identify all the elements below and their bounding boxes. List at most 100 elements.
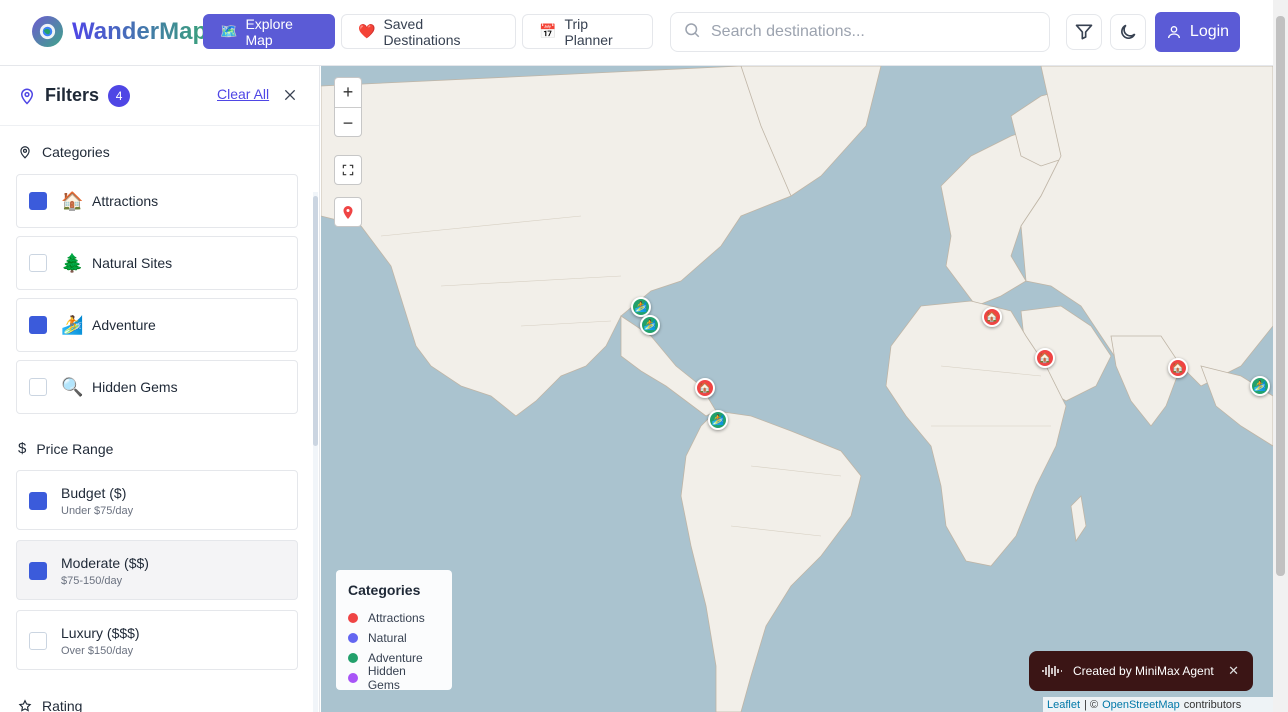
fullscreen-button[interactable] bbox=[334, 155, 362, 185]
price-label: Luxury ($$$) bbox=[61, 625, 140, 641]
app-title: WanderMap bbox=[72, 17, 208, 45]
adventure-marker[interactable]: 🏄 bbox=[640, 315, 660, 335]
search-icon bbox=[683, 21, 701, 44]
price-label: Budget ($) bbox=[61, 485, 127, 501]
filters-sidebar: Filters 4 Clear All Categories 🏠 Attract… bbox=[0, 66, 320, 712]
legend-dot-adventure bbox=[348, 653, 358, 663]
category-card-adventure[interactable]: 🏄 Adventure bbox=[16, 298, 298, 352]
filters-count-badge: 4 bbox=[108, 84, 131, 107]
legend-item: Hidden Gems bbox=[348, 664, 440, 692]
map-attribution: Leaflet | © OpenStreetMap contributors bbox=[1043, 697, 1273, 712]
leaflet-link[interactable]: Leaflet bbox=[1047, 699, 1080, 711]
filter-icon bbox=[1075, 24, 1093, 40]
map-pin-icon bbox=[20, 88, 34, 105]
price-card-budget[interactable]: Budget ($) Under $75/day bbox=[16, 470, 298, 530]
login-button[interactable]: Login bbox=[1155, 12, 1240, 52]
category-label: Natural Sites bbox=[92, 255, 173, 271]
calendar-icon: 📅 bbox=[539, 23, 557, 39]
filters-title: Filters bbox=[45, 85, 100, 105]
category-label: Hidden Gems bbox=[92, 379, 178, 395]
categories-section-title: Categories bbox=[18, 144, 110, 160]
magnifier-icon: 🔍 bbox=[61, 376, 84, 397]
map-icon: 🗺️ bbox=[220, 23, 238, 39]
category-label: Attractions bbox=[92, 193, 159, 209]
saved-destinations-button[interactable]: ❤️ Saved Destinations bbox=[341, 14, 516, 49]
search-input[interactable] bbox=[711, 23, 1031, 41]
trip-planner-label: Trip Planner bbox=[564, 15, 613, 48]
price-card-moderate[interactable]: Moderate ($$) $75-150/day bbox=[16, 540, 298, 600]
toast-text: Created by MiniMax Agent bbox=[1073, 664, 1214, 678]
search-box bbox=[670, 12, 1050, 52]
waveform-icon bbox=[1042, 665, 1062, 677]
theme-toggle-button[interactable] bbox=[1110, 14, 1146, 50]
minimax-toast: Created by MiniMax Agent ✕ bbox=[1029, 651, 1253, 691]
categories-title-text: Categories bbox=[42, 144, 110, 160]
attribution-separator: | © bbox=[1084, 698, 1099, 711]
luxury-checkbox[interactable] bbox=[29, 632, 47, 650]
price-sublabel: Under $75/day bbox=[61, 505, 134, 517]
moderate-checkbox[interactable] bbox=[29, 562, 47, 580]
clear-all-link[interactable]: Clear All bbox=[217, 86, 269, 102]
price-card-luxury[interactable]: Luxury ($$$) Over $150/day bbox=[16, 610, 298, 670]
adventure-marker[interactable]: 🏄 bbox=[631, 297, 651, 317]
price-sublabel: Over $150/day bbox=[61, 645, 134, 657]
category-card-hidden-gems[interactable]: 🔍 Hidden Gems bbox=[16, 360, 298, 414]
legend-dot-attractions bbox=[348, 613, 358, 623]
location-icon bbox=[20, 146, 30, 159]
explore-map-button[interactable]: 🗺️ Explore Map bbox=[203, 14, 335, 49]
star-icon bbox=[18, 699, 32, 712]
price-sublabel: $75-150/day bbox=[61, 575, 123, 587]
legend-label: Adventure bbox=[368, 651, 423, 665]
natural-sites-checkbox[interactable] bbox=[29, 254, 47, 272]
fullscreen-icon bbox=[342, 164, 354, 176]
locate-button[interactable] bbox=[334, 197, 362, 227]
close-icon bbox=[284, 89, 296, 101]
rating-section-title: Rating bbox=[18, 698, 82, 712]
legend-dot-hidden-gems bbox=[348, 673, 358, 683]
filters-header: Filters 4 Clear All bbox=[0, 66, 319, 126]
zoom-control: + − bbox=[334, 77, 362, 137]
hidden-gems-checkbox[interactable] bbox=[29, 378, 47, 396]
world-map-tiles bbox=[321, 66, 1273, 712]
top-header: WanderMap 🗺️ Explore Map ❤️ Saved Destin… bbox=[0, 0, 1273, 66]
rating-title-text: Rating bbox=[42, 698, 83, 712]
user-icon bbox=[1167, 26, 1180, 39]
heart-icon: ❤️ bbox=[358, 23, 376, 39]
adventure-checkbox[interactable] bbox=[29, 316, 47, 334]
dollar-icon: $ bbox=[18, 440, 27, 457]
osm-link[interactable]: OpenStreetMap bbox=[1102, 699, 1180, 711]
attraction-marker[interactable]: 🏠 bbox=[1035, 348, 1055, 368]
category-card-attractions[interactable]: 🏠 Attractions bbox=[16, 174, 298, 228]
category-card-natural-sites[interactable]: 🌲 Natural Sites bbox=[16, 236, 298, 290]
adventure-marker[interactable]: 🏄 bbox=[708, 410, 728, 430]
moon-icon bbox=[1121, 24, 1136, 39]
attraction-marker[interactable]: 🏠 bbox=[1168, 358, 1188, 378]
attraction-marker[interactable]: 🏠 bbox=[695, 378, 715, 398]
world-map[interactable] bbox=[321, 66, 1273, 712]
toast-close-button[interactable]: ✕ bbox=[1228, 663, 1239, 679]
sidebar-scrollbar-thumb[interactable] bbox=[313, 196, 318, 446]
filter-button[interactable] bbox=[1066, 14, 1102, 50]
location-pin-icon bbox=[343, 206, 353, 219]
legend-label: Attractions bbox=[368, 611, 425, 625]
attraction-marker[interactable]: 🏠 bbox=[982, 307, 1002, 327]
trip-planner-button[interactable]: 📅 Trip Planner bbox=[522, 14, 653, 49]
close-filters-button[interactable] bbox=[279, 84, 301, 106]
attractions-checkbox[interactable] bbox=[29, 192, 47, 210]
login-label: Login bbox=[1189, 23, 1230, 40]
map-legend: Categories Attractions Natural Adventure… bbox=[336, 570, 452, 692]
saved-destinations-label: Saved Destinations bbox=[383, 15, 461, 48]
price-section-title: $ Price Range bbox=[18, 440, 113, 457]
attribution-suffix: contributors bbox=[1183, 698, 1242, 711]
legend-item: Natural bbox=[348, 628, 440, 648]
legend-title: Categories bbox=[348, 582, 421, 598]
zoom-out-button[interactable]: − bbox=[335, 108, 361, 138]
adventure-marker[interactable]: 🏄 bbox=[1250, 376, 1270, 396]
zoom-in-button[interactable]: + bbox=[335, 78, 361, 108]
budget-checkbox[interactable] bbox=[29, 492, 47, 510]
page-scrollbar-thumb[interactable] bbox=[1276, 16, 1285, 576]
explore-map-label: Explore Map bbox=[245, 15, 293, 48]
app-logo[interactable]: WanderMap bbox=[32, 16, 207, 47]
house-icon: 🏠 bbox=[61, 190, 84, 211]
price-label: Moderate ($$) bbox=[61, 555, 149, 571]
